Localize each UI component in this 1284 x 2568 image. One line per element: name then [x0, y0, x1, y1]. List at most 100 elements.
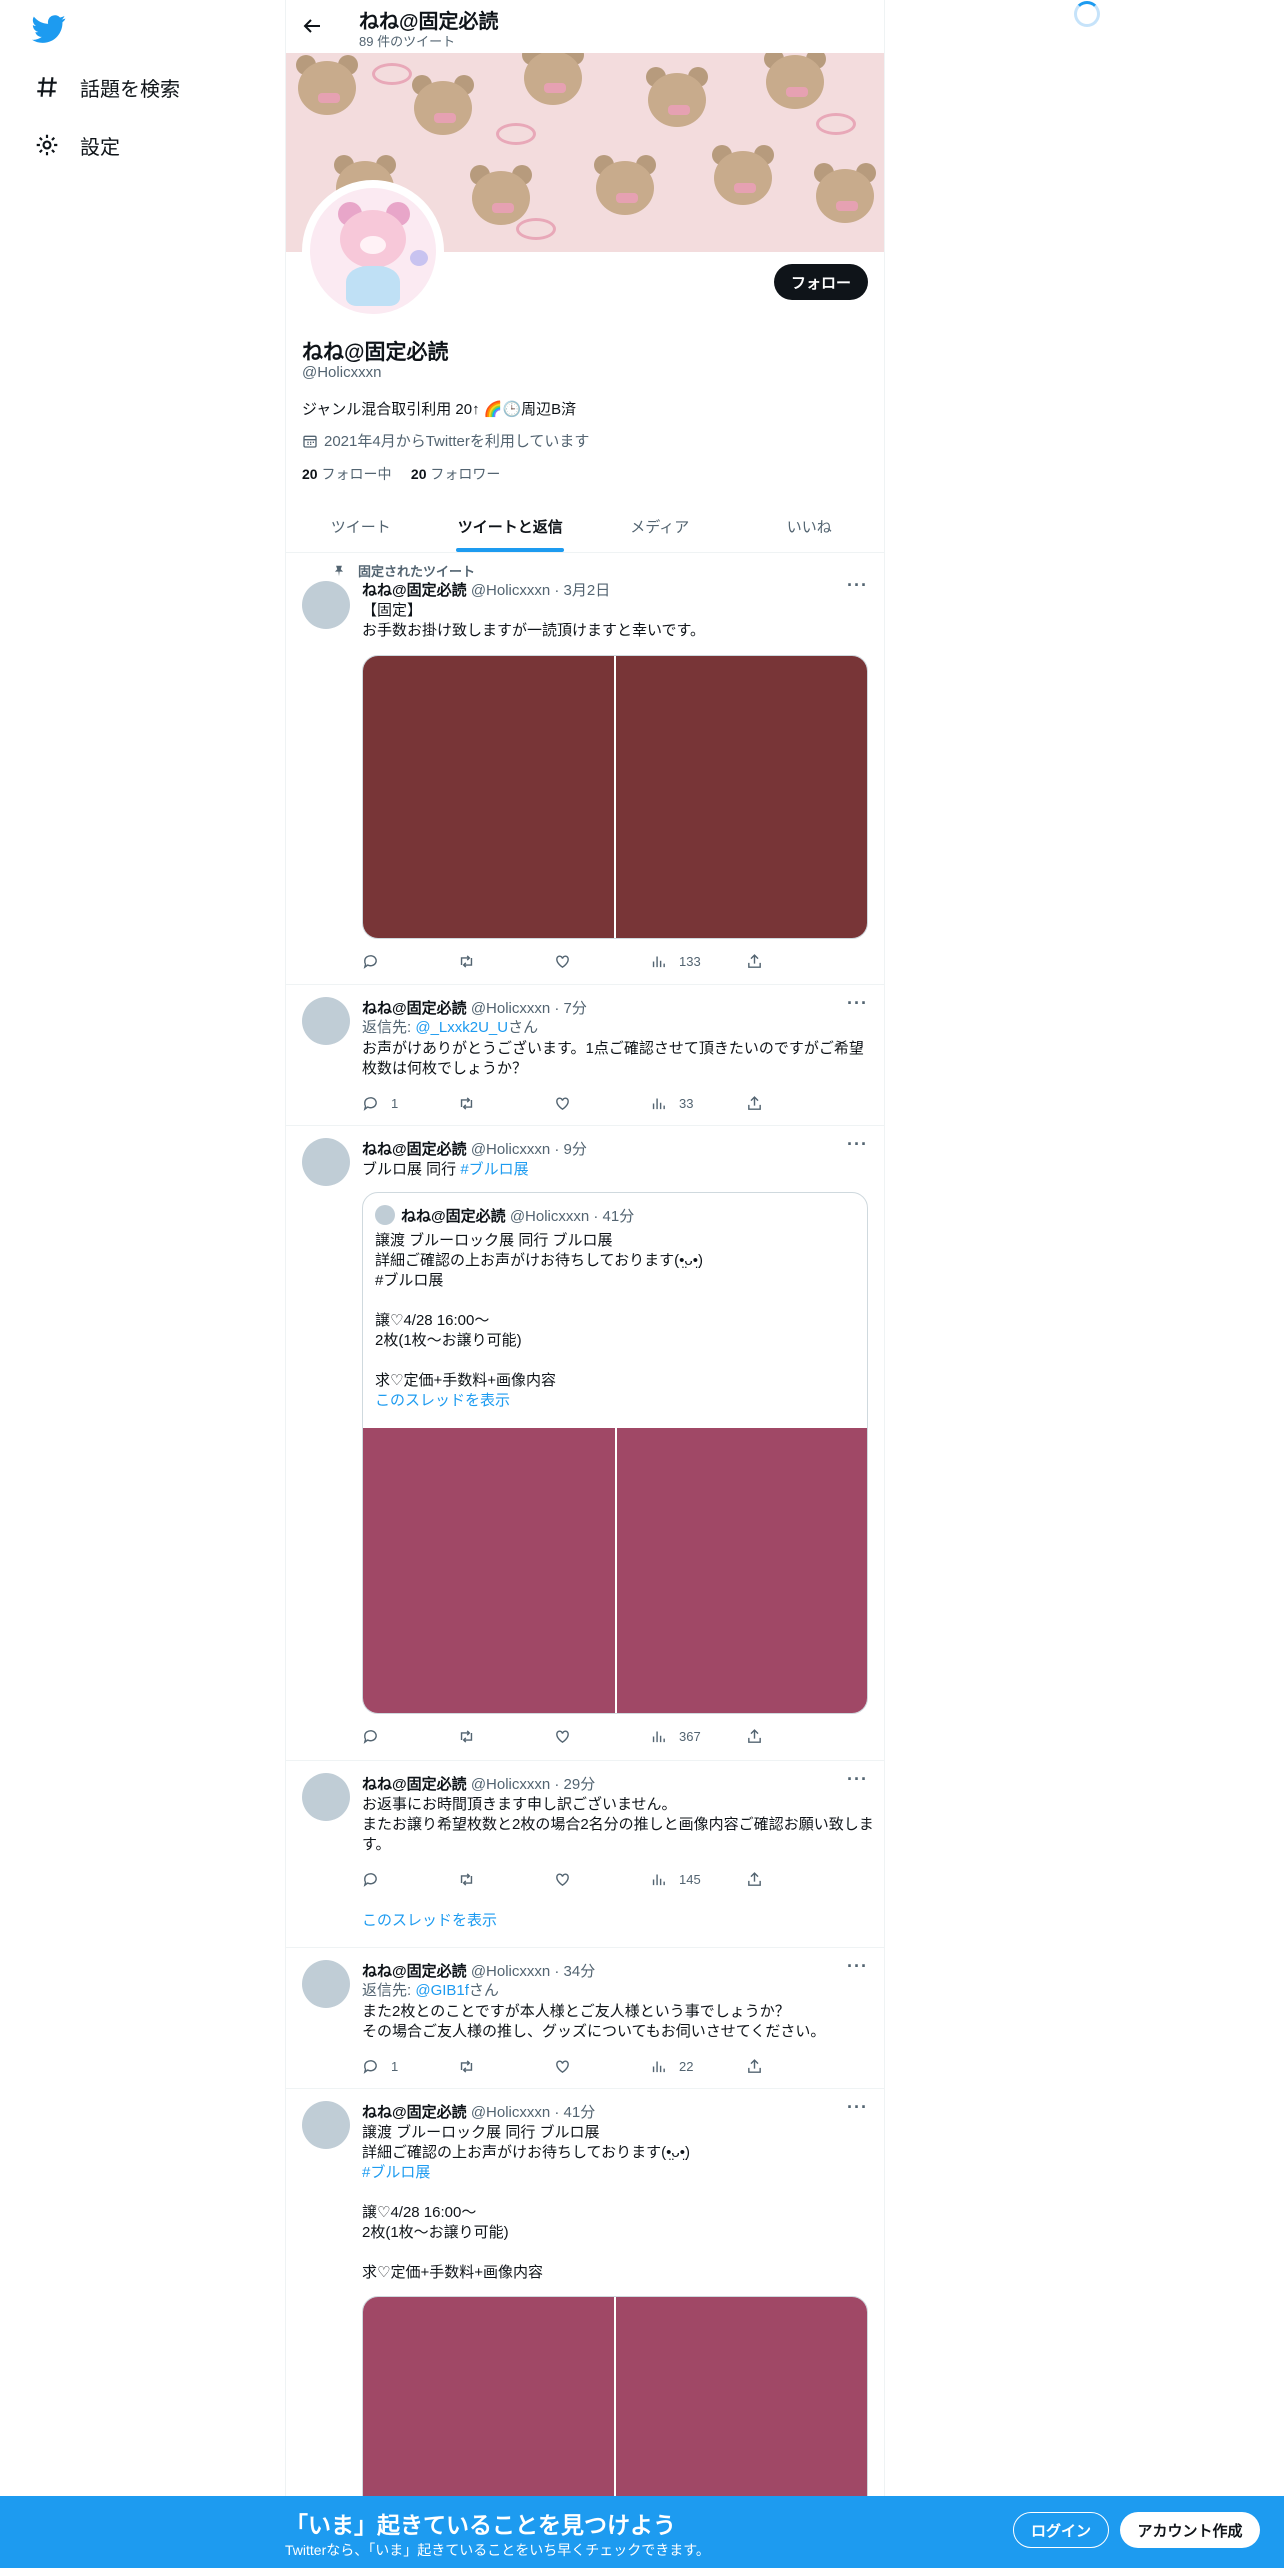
- show-thread-link[interactable]: このスレッドを表示: [362, 1911, 497, 1931]
- more-icon[interactable]: ···: [847, 2097, 868, 2118]
- media-image[interactable]: [615, 1428, 867, 1713]
- more-icon[interactable]: ···: [847, 1769, 868, 1790]
- share-button[interactable]: [746, 2058, 776, 2075]
- tweet-meta[interactable]: @Holicxxxn · 3月2日: [471, 582, 610, 599]
- tweet-text-line: その場合ご友人様の推し、グッズについてもお伺いさせてください。: [362, 2023, 826, 2040]
- nav-explore[interactable]: 話題を検索: [34, 65, 180, 109]
- views-count: 145: [679, 1871, 701, 1887]
- share-button[interactable]: [746, 953, 776, 970]
- nav-settings[interactable]: 設定: [34, 123, 120, 167]
- reply-button[interactable]: 1: [362, 2058, 458, 2075]
- media-image[interactable]: [363, 1428, 615, 1713]
- tweet[interactable]: ねね@固定必読 @Holicxxxn · 9分 ··· ブルロ展 同行 #ブルロ…: [286, 1126, 884, 1761]
- tweet-meta[interactable]: @Holicxxxn · 7分: [471, 1000, 587, 1017]
- retweet-button[interactable]: [458, 2058, 554, 2075]
- tweet-author-name[interactable]: ねね@固定必読: [362, 1000, 467, 1017]
- views-button[interactable]: 33: [650, 1095, 746, 1112]
- reply-button[interactable]: [362, 1871, 458, 1888]
- tweet[interactable]: ねね@固定必読 @Holicxxxn · 34分 ··· 返信先: @GIB1f…: [286, 1948, 884, 2089]
- tweet[interactable]: 固定されたツイート ねね@固定必読 @Holicxxxn · 3月2日 ··· …: [286, 553, 884, 985]
- tweet-meta[interactable]: @Holicxxxn · 34分: [471, 1963, 595, 1980]
- hashtag-link[interactable]: #ブルロ展: [362, 2164, 430, 2181]
- views-button[interactable]: 22: [650, 2058, 746, 2075]
- tweet-meta[interactable]: @Holicxxxn · 41分: [471, 2104, 595, 2121]
- like-button[interactable]: [554, 1728, 650, 1745]
- tweet-author-name[interactable]: ねね@固定必読: [362, 1776, 467, 1793]
- share-button[interactable]: [746, 1728, 776, 1745]
- like-button[interactable]: [554, 1871, 650, 1888]
- tweet-text-line: お返事にお時間頂きます申し訳ございません。: [362, 1796, 677, 1813]
- tweet-text-line: ブルロ展 同行 #ブルロ展: [362, 1160, 529, 1180]
- more-icon[interactable]: ···: [847, 575, 868, 596]
- more-icon[interactable]: ···: [847, 1134, 868, 1155]
- media-image[interactable]: [614, 656, 867, 938]
- tweet-author-name[interactable]: ねね@固定必読: [362, 582, 467, 599]
- quote-show-thread-link[interactable]: このスレッドを表示: [375, 1391, 510, 1411]
- reply-to-handle[interactable]: @_Lxxk2U_U: [415, 1019, 508, 1036]
- tweet-meta[interactable]: @Holicxxxn · 29分: [471, 1776, 595, 1793]
- left-nav: 話題を検索 設定: [0, 0, 285, 2568]
- tweet-author-name[interactable]: ねね@固定必読: [362, 1141, 467, 1158]
- create-account-button[interactable]: アカウント作成: [1120, 2512, 1260, 2548]
- tweet-avatar[interactable]: [302, 2101, 350, 2149]
- like-button[interactable]: [554, 953, 650, 970]
- login-button[interactable]: ログイン: [1013, 2512, 1109, 2548]
- tweet-media[interactable]: [362, 655, 868, 939]
- following-link[interactable]: 20 フォロー中: [302, 466, 391, 482]
- quote-media[interactable]: [363, 1428, 867, 1713]
- twitter-logo-icon[interactable]: [32, 12, 66, 46]
- hashtag-link[interactable]: #ブルロ展: [460, 1161, 528, 1178]
- retweet-button[interactable]: [458, 1728, 554, 1745]
- back-arrow-icon[interactable]: [300, 14, 324, 38]
- share-button[interactable]: [746, 1871, 776, 1888]
- retweet-icon: [460, 1872, 473, 1886]
- retweet-button[interactable]: [458, 1095, 554, 1112]
- tweet-author-name[interactable]: ねね@固定必読: [362, 2104, 467, 2121]
- reply-button[interactable]: 1: [362, 1095, 458, 1112]
- more-icon[interactable]: ···: [847, 1956, 868, 1977]
- tweet-text-line: また2枚とのことですが本人様とご友人様という事でしょうか？: [362, 2003, 790, 2020]
- like-button[interactable]: [554, 1095, 650, 1112]
- heart-icon: [556, 1096, 569, 1110]
- reply-to-handle[interactable]: @GIB1f: [415, 1982, 469, 1999]
- retweet-button[interactable]: [458, 1871, 554, 1888]
- media-image[interactable]: [363, 656, 614, 938]
- reply-icon: [363, 954, 377, 969]
- tweet-author-name[interactable]: ねね@固定必読: [362, 1963, 467, 1980]
- views-button[interactable]: 145: [650, 1871, 746, 1888]
- tweet-avatar[interactable]: [302, 1773, 350, 1821]
- quoted-tweet[interactable]: ねね@固定必読 @Holicxxxn · 41分 譲渡 ブルーロック展 同行 ブ…: [362, 1192, 868, 1714]
- bar-chart-icon: [652, 1874, 665, 1885]
- tweet-avatar[interactable]: [302, 1960, 350, 2008]
- tweet-text-line: 詳細ご確認の上お声がけお待ちしております(•̤ᴗ•̤): [362, 2144, 690, 2161]
- tweet-text-line: 枚数は何枚でしょうか？: [362, 1060, 528, 1077]
- views-count: 367: [679, 1728, 701, 1744]
- followers-link[interactable]: 20 フォロワー: [411, 466, 500, 482]
- views-button[interactable]: 367: [650, 1728, 746, 1745]
- tab-media[interactable]: メディア: [585, 500, 735, 552]
- profile-avatar[interactable]: [302, 180, 444, 322]
- reply-icon: [363, 1872, 377, 1887]
- reply-button[interactable]: [362, 1728, 458, 1745]
- reply-button[interactable]: [362, 953, 458, 970]
- tweet-actions: 133: [362, 951, 792, 971]
- tweet[interactable]: ねね@固定必読 @Holicxxxn · 29分 ··· お返事にお時間頂きます…: [286, 1761, 884, 1948]
- tweet-meta[interactable]: @Holicxxxn · 9分: [471, 1141, 587, 1158]
- follow-button[interactable]: フォロー: [774, 264, 868, 300]
- tweet-avatar[interactable]: [302, 581, 350, 629]
- retweet-button[interactable]: [458, 953, 554, 970]
- share-button[interactable]: [746, 1095, 776, 1112]
- more-icon[interactable]: ···: [847, 993, 868, 1014]
- reply-to-line: 返信先: @GIB1fさん: [362, 1981, 499, 2001]
- tweet-avatar[interactable]: [302, 1138, 350, 1186]
- tab-likes[interactable]: いいね: [735, 500, 885, 552]
- tweet-text: ブルロ展 同行: [362, 1161, 461, 1178]
- views-button[interactable]: 133: [650, 953, 746, 970]
- like-button[interactable]: [554, 2058, 650, 2075]
- banner-bear: [638, 65, 716, 135]
- tweet-text-line: またお譲り希望枚数と2枚の場合2名分の推しと画像内容ご確認お願い致しま: [362, 1816, 874, 1833]
- tab-tweets[interactable]: ツイート: [286, 500, 436, 552]
- tweet-avatar[interactable]: [302, 997, 350, 1045]
- tweet[interactable]: ねね@固定必読 @Holicxxxn · 7分 ··· 返信先: @_Lxxk2…: [286, 985, 884, 1126]
- tab-tweets-and-replies[interactable]: ツイートと返信: [436, 500, 586, 552]
